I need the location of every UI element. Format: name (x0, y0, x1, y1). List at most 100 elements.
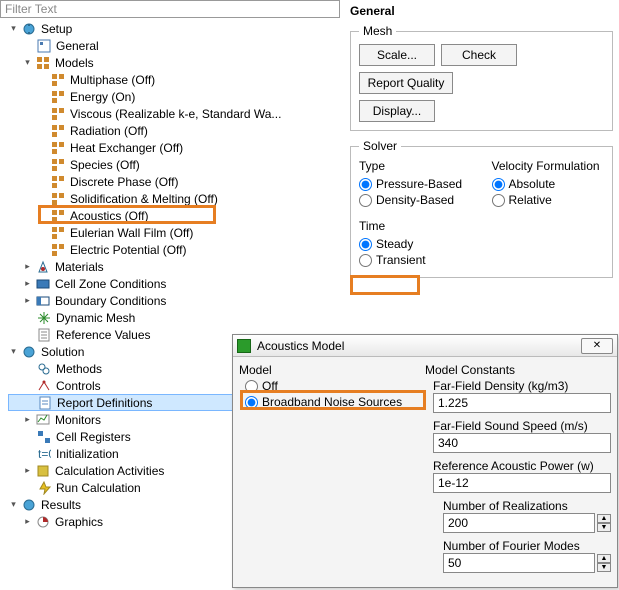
ffd-label: Far-Field Density (kg/m3) (433, 379, 611, 393)
rap-label: Reference Acoustic Power (w) (433, 459, 611, 473)
constants-label: Model Constants (425, 363, 611, 377)
ffd-input[interactable] (433, 393, 611, 413)
model-icon (50, 225, 66, 241)
tree-species[interactable]: Species (Off) (8, 156, 340, 173)
tree-bc[interactable]: ▸Boundary Conditions (8, 292, 340, 309)
calcact-icon (35, 463, 51, 479)
model-icon (50, 72, 66, 88)
dynmesh-icon (36, 310, 52, 326)
general-icon (36, 38, 52, 54)
nf-input[interactable] (443, 553, 595, 573)
model-icon (50, 242, 66, 258)
acoustics-dialog: Acoustics Model ✕ Model Off Broadband No… (232, 334, 618, 588)
cellzone-icon (35, 276, 51, 292)
setup-icon (21, 21, 37, 37)
radio-pressure-based[interactable]: Pressure-Based (359, 177, 472, 191)
expand-icon[interactable]: ▸ (22, 278, 33, 289)
model-icon (50, 123, 66, 139)
model-label: Model (239, 363, 419, 377)
expand-icon[interactable]: ▸ (22, 465, 33, 476)
nr-label: Number of Realizations (443, 499, 611, 513)
radio-absolute[interactable]: Absolute (492, 177, 605, 191)
model-icon (50, 208, 66, 224)
monitors-icon (35, 412, 51, 428)
mesh-group: Mesh Scale... Check Report Quality Displ… (350, 24, 613, 131)
model-icon (50, 174, 66, 190)
model-icon (50, 191, 66, 207)
expand-icon[interactable]: ▸ (22, 414, 33, 425)
refval-icon (36, 327, 52, 343)
panel-title: General (344, 0, 619, 20)
ffs-label: Far-Field Sound Speed (m/s) (433, 419, 611, 433)
spin-down-icon[interactable]: ▼ (597, 523, 611, 532)
model-icon (50, 89, 66, 105)
materials-icon (35, 259, 51, 275)
runcalc-icon (36, 480, 52, 496)
tree-electric-potential[interactable]: Electric Potential (Off) (8, 241, 340, 258)
collapse-icon[interactable]: ▾ (8, 346, 19, 357)
tree-setup[interactable]: ▾ Setup (8, 20, 340, 37)
tree-acoustics[interactable]: Acoustics (Off) (8, 207, 340, 224)
mesh-legend: Mesh (359, 24, 396, 38)
solution-icon (21, 344, 37, 360)
model-icon (50, 106, 66, 122)
reportdef-icon (37, 395, 53, 411)
report-quality-button[interactable]: Report Quality (359, 72, 453, 94)
general-panel: General Mesh Scale... Check Report Quali… (344, 0, 619, 286)
tree-models[interactable]: ▾ Models (8, 54, 340, 71)
dialog-close-button[interactable]: ✕ (581, 338, 613, 354)
expand-icon[interactable]: ▸ (22, 295, 33, 306)
ffs-input[interactable] (433, 433, 611, 453)
scale-button[interactable]: Scale... (359, 44, 435, 66)
dialog-app-icon (237, 339, 251, 353)
check-button[interactable]: Check (441, 44, 517, 66)
cellreg-icon (36, 429, 52, 445)
velocity-label: Velocity Formulation (492, 159, 605, 173)
type-label: Type (359, 159, 472, 173)
dialog-titlebar[interactable]: Acoustics Model ✕ (233, 335, 617, 357)
spin-up-icon[interactable]: ▲ (597, 514, 611, 523)
collapse-icon[interactable]: ▾ (22, 57, 33, 68)
filter-input[interactable]: Filter Text (0, 0, 340, 18)
solver-group: Solver Type Pressure-Based Density-Based… (350, 139, 613, 278)
solver-legend: Solver (359, 139, 401, 153)
expand-icon[interactable]: ▸ (22, 261, 33, 272)
rap-input[interactable] (433, 473, 611, 493)
tree-general[interactable]: General (8, 37, 340, 54)
tree-radiation[interactable]: Radiation (Off) (8, 122, 340, 139)
radio-density-based[interactable]: Density-Based (359, 193, 472, 207)
radio-transient[interactable]: Transient (359, 253, 604, 267)
tree-multiphase[interactable]: Multiphase (Off) (8, 71, 340, 88)
nr-input[interactable] (443, 513, 595, 533)
time-label: Time (359, 219, 604, 233)
radio-steady[interactable]: Steady (359, 237, 604, 251)
radio-relative[interactable]: Relative (492, 193, 605, 207)
tree-energy[interactable]: Energy (On) (8, 88, 340, 105)
graphics-icon (35, 514, 51, 530)
tree-eulerian-wall-film[interactable]: Eulerian Wall Film (Off) (8, 224, 340, 241)
tree-cellzone[interactable]: ▸Cell Zone Conditions (8, 275, 340, 292)
tree-materials[interactable]: ▸Materials (8, 258, 340, 275)
nf-label: Number of Fourier Modes (443, 539, 611, 553)
display-button[interactable]: Display... (359, 100, 435, 122)
tree-heatex[interactable]: Heat Exchanger (Off) (8, 139, 340, 156)
svg-text:t=0: t=0 (38, 447, 51, 461)
methods-icon (36, 361, 52, 377)
tree-discrete-phase[interactable]: Discrete Phase (Off) (8, 173, 340, 190)
spin-up-icon[interactable]: ▲ (597, 554, 611, 563)
bc-icon (35, 293, 51, 309)
collapse-icon[interactable]: ▾ (8, 499, 19, 510)
tree-dynmesh[interactable]: Dynamic Mesh (8, 309, 340, 326)
tree-viscous[interactable]: Viscous (Realizable k-e, Standard Wa... (8, 105, 340, 122)
dialog-title: Acoustics Model (257, 339, 344, 353)
collapse-icon[interactable]: ▾ (8, 23, 19, 34)
results-icon (21, 497, 37, 513)
radio-broadband-noise[interactable]: Broadband Noise Sources (245, 395, 419, 409)
model-icon (50, 140, 66, 156)
radio-off[interactable]: Off (245, 379, 419, 393)
expand-icon[interactable]: ▸ (22, 516, 33, 527)
models-icon (35, 55, 51, 71)
init-icon: t=0 (36, 446, 52, 462)
spin-down-icon[interactable]: ▼ (597, 563, 611, 572)
tree-solidification[interactable]: Solidification & Melting (Off) (8, 190, 340, 207)
